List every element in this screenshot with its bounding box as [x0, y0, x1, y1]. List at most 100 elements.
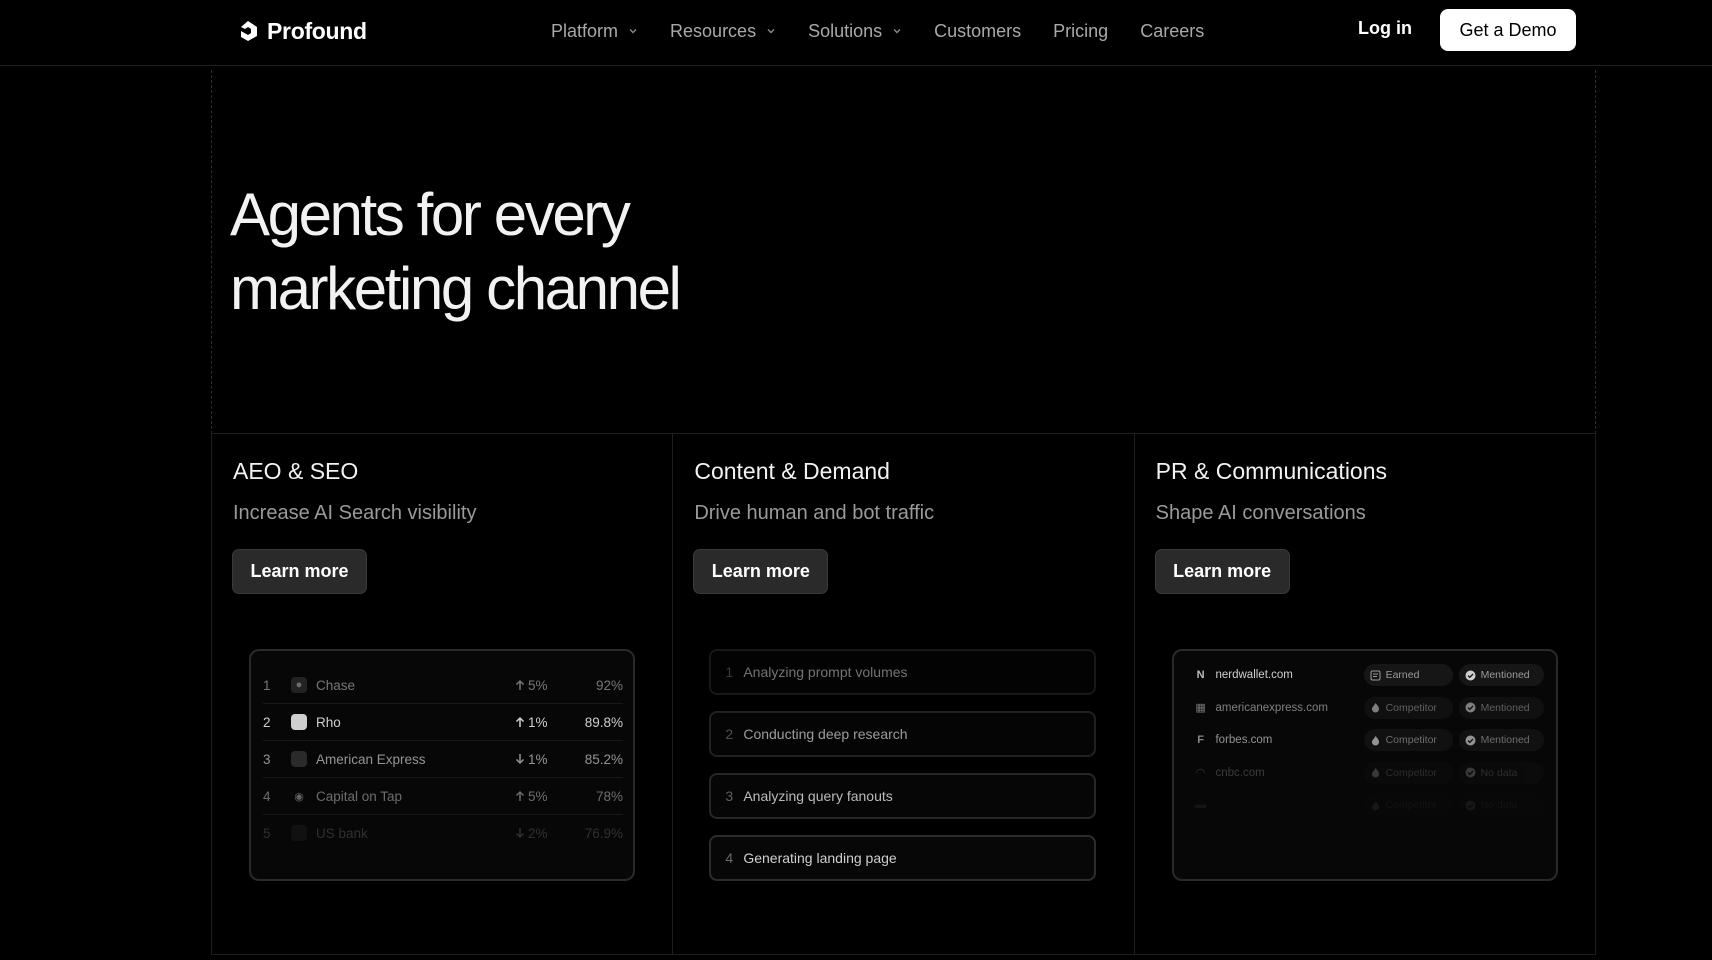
source-row: ▬ Competitor No data	[1194, 789, 1544, 821]
mention-status-label: Mentioned	[1480, 701, 1530, 714]
source-type-badge: Competitor	[1363, 794, 1453, 816]
rank-number: 4	[263, 788, 271, 804]
chevron-down-icon	[629, 29, 637, 34]
source-type-badge: Competitor	[1363, 696, 1453, 719]
card-content-demand: Content & Demand Drive human and bot tra…	[673, 434, 1135, 954]
step-label: Conducting deep research	[743, 726, 908, 742]
menu-platform[interactable]: Platform	[551, 21, 638, 42]
ranking-row: 5 US bank 2% 76.9%	[263, 815, 623, 851]
visibility-change: 5%	[515, 789, 575, 804]
domain-name: nerdwallet.com	[1215, 669, 1293, 681]
check-circle-icon	[1465, 735, 1476, 745]
change-value: 1%	[528, 751, 548, 767]
rank-number: 1	[263, 677, 271, 693]
menu-careers[interactable]: Careers	[1140, 21, 1204, 42]
arrow-up-icon	[515, 679, 525, 690]
card-title: PR & Communications	[1155, 458, 1388, 484]
arrow-up-icon	[515, 790, 525, 801]
nerdwallet-logo-icon: N	[1196, 669, 1205, 681]
company-name: Rho	[316, 714, 341, 730]
mention-status-badge: No data	[1458, 794, 1544, 816]
ranking-row: 4 ◉ Capital on Tap 5% 78%	[263, 778, 623, 814]
visibility-ranking-panel: 1 ● Chase 5% 92% 2 Rho 1% 89.8% 3 American Express…	[249, 649, 635, 881]
brand-logo[interactable]: Profound	[237, 16, 367, 46]
card-title: Content & Demand	[694, 458, 890, 484]
source-type-label: Competitor	[1385, 701, 1437, 714]
agent-step: 1 Analyzing prompt volumes	[709, 649, 1097, 695]
learn-more-button[interactable]: Learn more	[693, 549, 829, 594]
hero-line-2: marketing channel	[230, 255, 682, 322]
company-name: American Express	[316, 751, 426, 767]
menu-label: Careers	[1140, 20, 1205, 41]
menu-label: Solutions	[808, 20, 883, 41]
step-number: 3	[725, 788, 734, 804]
source-type-label: Earned	[1385, 669, 1420, 681]
learn-more-button[interactable]: Learn more	[1154, 549, 1290, 594]
forbes-logo-icon: F	[1197, 734, 1204, 746]
rank-number: 3	[263, 751, 271, 767]
ranking-row: 3 American Express 1% 85.2%	[263, 741, 623, 777]
mention-status-label: No data	[1480, 766, 1518, 779]
source-type-label: Competitor	[1385, 799, 1437, 811]
visibility-score: 76.9%	[584, 825, 623, 841]
earned-icon	[1370, 670, 1381, 680]
learn-more-button[interactable]: Learn more	[232, 549, 367, 594]
visibility-change: 2%	[515, 826, 575, 841]
agent-step: 4 Generating landing page	[709, 835, 1097, 881]
agent-step: 2 Conducting deep research	[709, 711, 1097, 757]
top-navbar: Profound Platform Resources Solutions Cu…	[0, 0, 1712, 66]
us-bank-logo-icon	[291, 825, 307, 841]
menu-pricing[interactable]: Pricing	[1053, 21, 1108, 42]
menu-label: Platform	[551, 20, 619, 41]
menu-label: Pricing	[1053, 20, 1109, 41]
mention-status-label: No data	[1480, 799, 1518, 811]
chase-logo-icon: ●	[291, 677, 307, 693]
card-pr-communications: PR & Communications Shape AI conversatio…	[1135, 434, 1595, 954]
source-type-label: Competitor	[1385, 734, 1437, 746]
site-logo-icon: ▬	[1195, 799, 1207, 811]
menu-customers[interactable]: Customers	[934, 21, 1021, 42]
main-menu: Platform Resources Solutions Customers P…	[551, 18, 1204, 44]
menu-label: Resources	[670, 20, 757, 41]
amex-logo-icon: ▦	[1195, 702, 1206, 714]
agent-step: 3 Analyzing query fanouts	[709, 773, 1097, 819]
source-type-badge: Earned	[1363, 664, 1453, 686]
change-value: 1%	[528, 714, 548, 730]
menu-resources[interactable]: Resources	[670, 21, 776, 42]
menu-label: Customers	[934, 20, 1022, 41]
mention-status-label: Mentioned	[1480, 734, 1530, 746]
card-subtitle: Shape AI conversations	[1155, 502, 1366, 524]
rank-number: 2	[263, 714, 271, 730]
source-type-label: Competitor	[1385, 766, 1437, 779]
chevron-down-icon	[893, 29, 901, 34]
get-demo-button[interactable]: Get a Demo	[1440, 9, 1576, 51]
change-value: 2%	[528, 825, 548, 841]
mention-status-badge: Mentioned	[1458, 664, 1544, 686]
step-label: Analyzing prompt volumes	[743, 664, 908, 680]
hero-heading: Agents for every marketing channel	[230, 178, 682, 326]
mention-status-badge: No data	[1458, 761, 1544, 784]
brand-name: Profound	[267, 17, 367, 44]
visibility-change: 5%	[515, 678, 575, 693]
rho-logo-icon	[291, 714, 307, 730]
profound-logo-icon	[241, 21, 257, 41]
chevron-down-icon	[767, 29, 775, 34]
change-value: 5%	[528, 788, 548, 804]
card-subtitle: Increase AI Search visibility	[233, 502, 477, 524]
check-circle-icon	[1465, 702, 1476, 713]
citation-sources-panel: Nnerdwallet.com Earned Mentioned ▦ americane…	[1171, 649, 1558, 881]
step-number: 4	[725, 850, 734, 866]
visibility-change: 1%	[515, 715, 575, 730]
step-number: 1	[725, 664, 734, 680]
step-label: Analyzing query fanouts	[743, 788, 893, 804]
mention-status-badge: Mentioned	[1458, 696, 1544, 719]
login-link[interactable]: Log in	[1358, 18, 1412, 39]
mention-status-label: Mentioned	[1480, 669, 1530, 681]
frame-divider-left	[211, 70, 212, 434]
menu-solutions[interactable]: Solutions	[808, 21, 902, 42]
domain-name: forbes.com	[1215, 734, 1273, 746]
arrow-down-icon	[515, 754, 525, 765]
step-label: Generating landing page	[743, 850, 897, 866]
check-circle-icon	[1465, 800, 1476, 810]
source-type-badge: Competitor	[1363, 761, 1453, 784]
